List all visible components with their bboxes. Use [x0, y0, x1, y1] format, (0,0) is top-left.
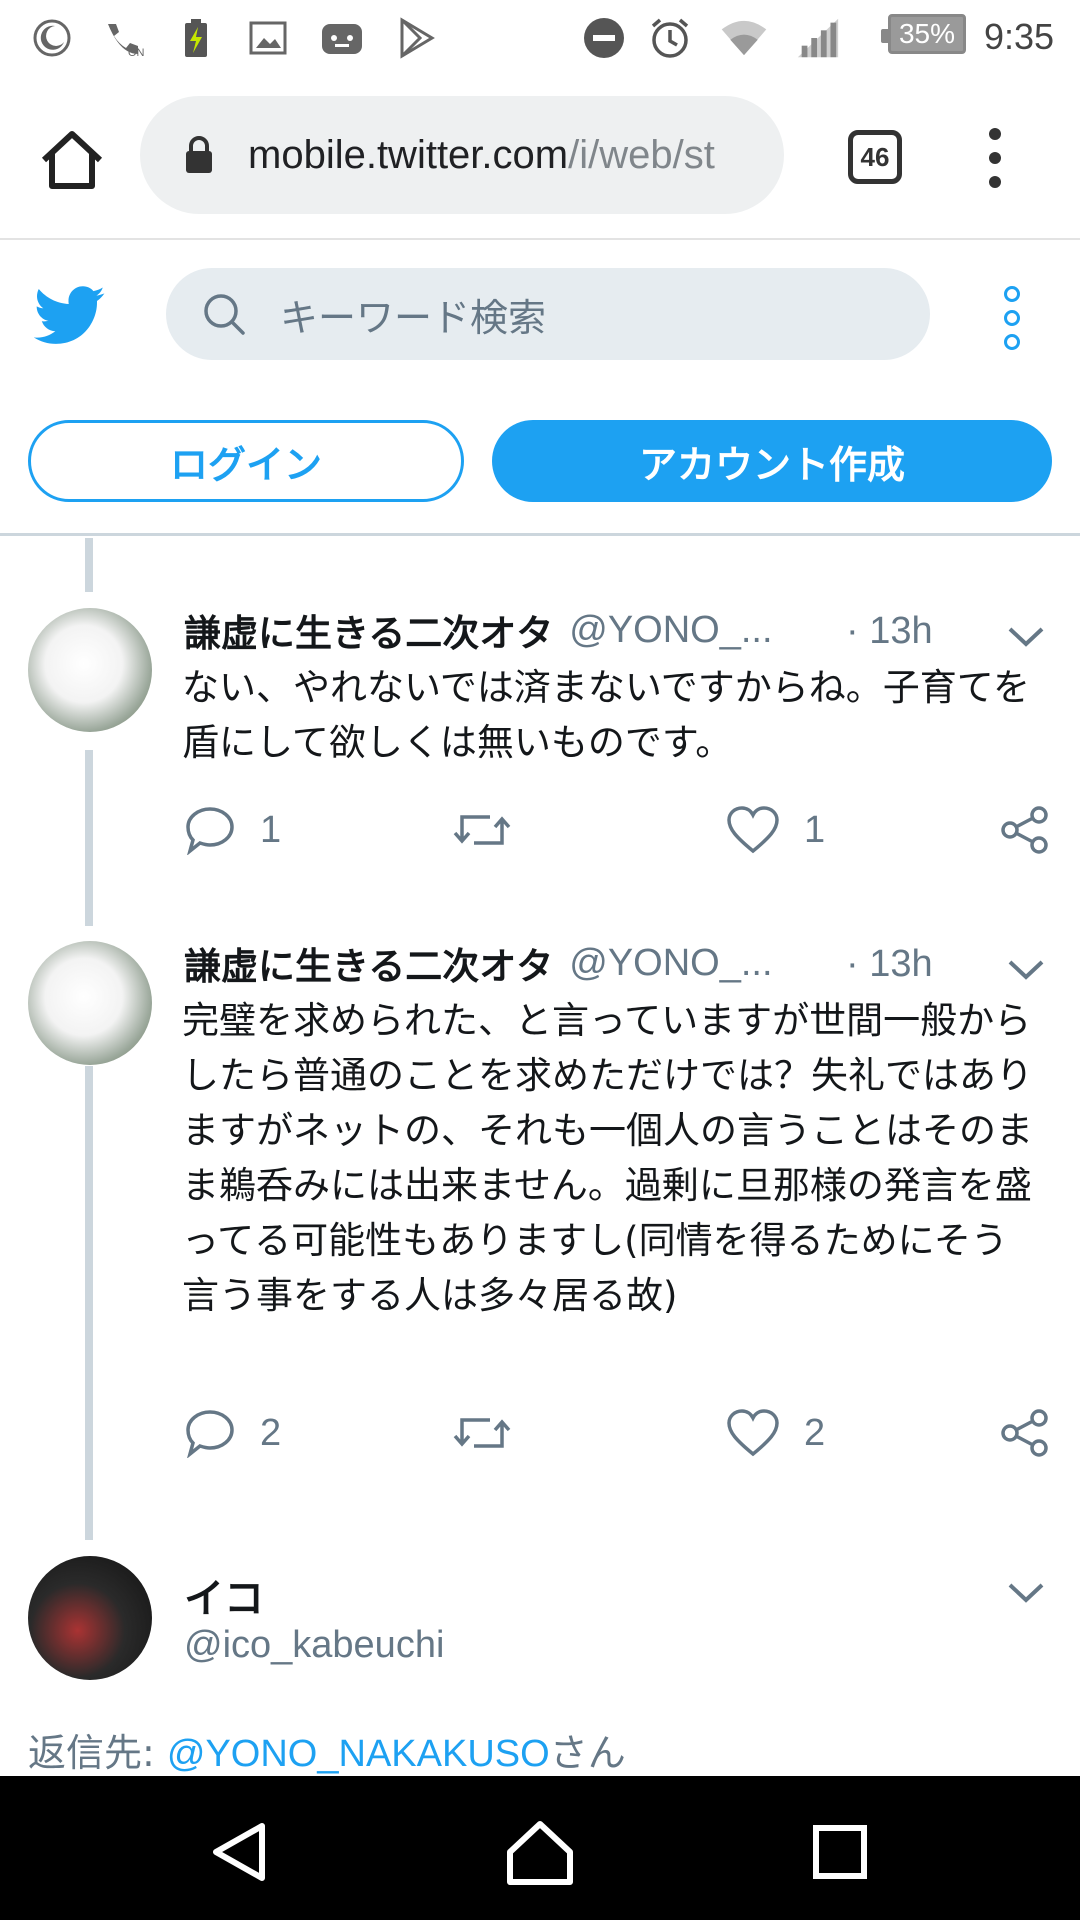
like-button[interactable]: 2 [726, 1403, 825, 1463]
thread-line [85, 538, 93, 592]
alarm-icon [646, 14, 694, 62]
browser-toolbar: mobile.twitter.com/i/web/st 46 [0, 72, 1080, 240]
reply-to-line: 返信先: @YONO_NAKAKUSOさん [28, 1731, 626, 1775]
battery-indicator: 35% [881, 14, 966, 54]
status-bar: ON 35% 9:35 [0, 0, 1080, 72]
retweet-button[interactable] [452, 1403, 512, 1463]
tweet-actions: 2 2 [0, 1403, 1080, 1463]
reply-button[interactable]: 1 [184, 800, 281, 860]
login-button[interactable]: ログイン [28, 420, 464, 502]
signup-button[interactable]: アカウント作成 [492, 420, 1052, 502]
tweet-timestamp[interactable]: · 13h [846, 943, 933, 986]
heart-icon [726, 805, 780, 855]
wifi-call-icon: ON [100, 14, 148, 62]
wifi-icon [720, 14, 768, 62]
home-nav-button[interactable] [500, 1812, 580, 1892]
tweet-text: ない、やれないでは済まないですからね。子育てを盾にして欲しくは無いものです。 [182, 666, 1031, 764]
back-icon [213, 1823, 265, 1881]
twitter-logo-icon[interactable] [33, 284, 106, 348]
url-text: mobile.twitter.com/i/web/st [248, 132, 715, 177]
image-icon [244, 14, 292, 62]
tweet-actions: 1 1 [0, 800, 1080, 860]
share-icon [1000, 1408, 1050, 1458]
tweet-author-name[interactable]: 謙虚に生きる二次オタ [184, 936, 553, 990]
chevron-down-icon[interactable] [1006, 957, 1046, 983]
reply-button[interactable]: 2 [184, 1403, 281, 1463]
tweet-author-handle[interactable]: @YONO_... [569, 609, 772, 652]
back-button[interactable] [200, 1812, 280, 1892]
tweet-author-name[interactable]: イコ [184, 1566, 264, 1624]
reply-count: 2 [260, 1411, 282, 1454]
search-icon [204, 294, 245, 335]
share-button[interactable] [1000, 1403, 1050, 1463]
search-placeholder: キーワード検索 [280, 295, 547, 340]
dnd-icon [580, 14, 628, 62]
tweet-author-handle[interactable]: @ico_kabeuchi [184, 1624, 444, 1667]
lock-icon [184, 135, 214, 175]
like-count: 1 [804, 808, 826, 851]
tweet-text: 完璧を求められた、と言っていますが世間一般からしたら普通のことを求めただけでは？… [182, 999, 1033, 1317]
chevron-down-icon[interactable] [1006, 624, 1046, 650]
reply-icon [184, 805, 236, 855]
recents-button[interactable] [800, 1812, 880, 1892]
more-options-button[interactable] [998, 286, 1026, 350]
avatar[interactable] [28, 608, 152, 732]
home-icon [41, 131, 103, 189]
system-nav-bar [0, 1776, 1080, 1920]
play-store-icon [392, 14, 440, 62]
clock: 9:35 [984, 16, 1055, 57]
browser-menu-button[interactable] [980, 128, 1010, 188]
twitter-header: キーワード検索 ログイン アカウント作成 [0, 240, 1080, 536]
tweet-timestamp[interactable]: · 13h [846, 610, 933, 653]
retweet-icon [452, 807, 512, 853]
tweet-author-name[interactable]: 謙虚に生きる二次オタ [184, 603, 553, 657]
share-button[interactable] [1000, 800, 1050, 860]
search-input[interactable]: キーワード検索 [166, 268, 930, 360]
home-icon [507, 1821, 573, 1885]
avatar[interactable] [28, 941, 152, 1065]
app-icon [318, 14, 366, 62]
retweet-icon [452, 1410, 512, 1456]
battery-saver-icon [172, 14, 220, 62]
recents-icon [813, 1825, 867, 1879]
reply-icon [184, 1408, 236, 1458]
avatar[interactable] [28, 1556, 152, 1680]
thread-line [85, 1066, 93, 1540]
home-button[interactable] [36, 124, 108, 196]
heart-icon [726, 1408, 780, 1458]
tweet-author-handle[interactable]: @YONO_... [569, 942, 772, 985]
like-count: 2 [804, 1411, 826, 1454]
chevron-down-icon[interactable] [1006, 1580, 1046, 1606]
reply-count: 1 [260, 808, 282, 851]
share-icon [1000, 805, 1050, 855]
svg-text:ON: ON [128, 47, 145, 58]
signal-icon [794, 14, 842, 62]
tab-switcher-button[interactable]: 46 [848, 130, 902, 184]
like-button[interactable]: 1 [726, 800, 825, 860]
address-bar[interactable]: mobile.twitter.com/i/web/st [140, 96, 784, 214]
retweet-button[interactable] [452, 800, 512, 860]
reply-target-link[interactable]: @YONO_NAKAKUSO [167, 1733, 550, 1775]
moon-icon [28, 14, 76, 62]
